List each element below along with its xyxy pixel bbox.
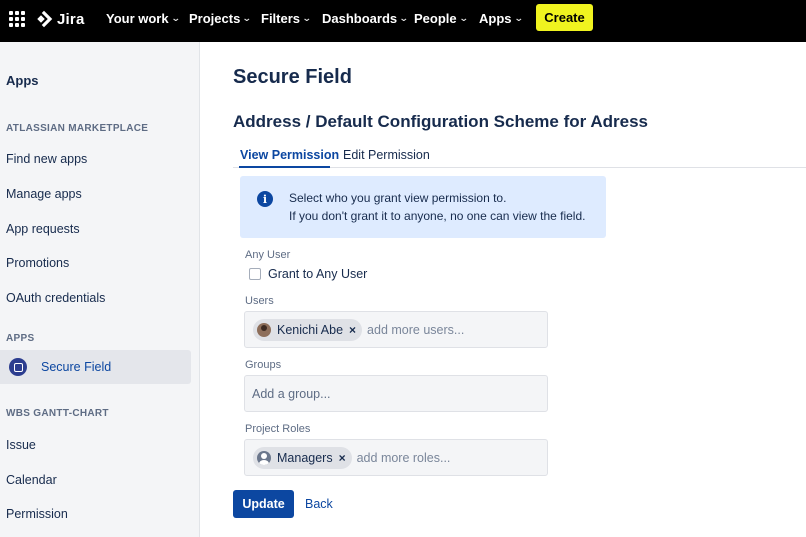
project-roles-placeholder: add more roles... bbox=[356, 450, 451, 465]
sidebar-item-secure-field-label: Secure Field bbox=[41, 360, 112, 374]
chevron-down-icon: ⌄ bbox=[242, 13, 252, 23]
sidebar-item-oauth-credentials[interactable]: OAuth credentials bbox=[6, 291, 105, 305]
grant-any-user-checkbox[interactable] bbox=[249, 268, 261, 280]
info-icon: i bbox=[257, 191, 273, 207]
tab-edit-permission[interactable]: Edit Permission bbox=[343, 148, 430, 162]
sidebar-item-secure-field[interactable]: Secure Field bbox=[0, 350, 191, 384]
sidebar-item-promotions[interactable]: Promotions bbox=[6, 256, 69, 270]
nav-dashboards[interactable]: Dashboards ⌄ bbox=[322, 11, 409, 26]
remove-role-icon[interactable]: × bbox=[339, 451, 346, 465]
nav-filters-label: Filters bbox=[261, 11, 301, 26]
users-placeholder: add more users... bbox=[367, 322, 465, 337]
app-switcher-icon[interactable] bbox=[9, 11, 25, 27]
info-line-1: Select who you grant view permission to. bbox=[289, 191, 507, 205]
nav-apps[interactable]: Apps ⌄ bbox=[479, 11, 524, 26]
users-label: Users bbox=[245, 295, 274, 307]
sidebar-item-issue[interactable]: Issue bbox=[6, 438, 36, 452]
nav-your-work[interactable]: Your work ⌄ bbox=[106, 11, 181, 26]
role-avatar-icon bbox=[257, 450, 271, 465]
groups-placeholder: Add a group... bbox=[252, 386, 331, 401]
jira-logo-icon bbox=[37, 10, 53, 28]
users-input[interactable]: Kenichi Abe × add more users... bbox=[244, 311, 548, 348]
create-button[interactable]: Create bbox=[536, 4, 593, 31]
active-tab-indicator bbox=[239, 166, 330, 168]
nav-people-label: People bbox=[414, 11, 457, 26]
jira-logo[interactable]: Jira bbox=[35, 10, 85, 28]
nav-people[interactable]: People ⌄ bbox=[414, 11, 469, 26]
update-button[interactable]: Update bbox=[233, 490, 294, 518]
sidebar-item-app-requests[interactable]: App requests bbox=[6, 222, 80, 236]
chevron-down-icon: ⌄ bbox=[458, 13, 469, 23]
nav-filters[interactable]: Filters ⌄ bbox=[261, 11, 312, 26]
project-roles-input[interactable]: Managers × add more roles... bbox=[244, 439, 548, 476]
chevron-down-icon: ⌄ bbox=[170, 13, 181, 23]
sidebar-item-find-new-apps[interactable]: Find new apps bbox=[6, 152, 87, 166]
info-message: i Select who you grant view permission t… bbox=[240, 176, 606, 238]
nav-your-work-label: Your work bbox=[106, 11, 169, 26]
sidebar-item-permission[interactable]: Permission bbox=[6, 507, 68, 521]
sidebar-section-atlassian-marketplace: ATLASSIAN MARKETPLACE bbox=[6, 123, 149, 134]
sidebar-item-calendar[interactable]: Calendar bbox=[6, 473, 57, 487]
jira-logo-text: Jira bbox=[57, 10, 85, 28]
chevron-down-icon: ⌄ bbox=[399, 13, 409, 23]
nav-projects[interactable]: Projects ⌄ bbox=[189, 11, 252, 26]
groups-label: Groups bbox=[245, 359, 282, 371]
chevron-down-icon: ⌄ bbox=[513, 13, 524, 23]
info-line-2: If you don't grant it to anyone, no one … bbox=[289, 209, 586, 223]
user-chip: Kenichi Abe × bbox=[253, 318, 363, 341]
nav-apps-label: Apps bbox=[479, 11, 512, 26]
user-chip-label: Kenichi Abe bbox=[277, 322, 344, 337]
nav-dashboards-label: Dashboards bbox=[322, 11, 398, 26]
grant-any-user-label[interactable]: Grant to Any User bbox=[268, 267, 367, 281]
back-link[interactable]: Back bbox=[305, 497, 333, 511]
secure-field-icon bbox=[9, 358, 27, 376]
chevron-down-icon: ⌄ bbox=[301, 13, 312, 23]
top-navigation-bar: Jira Your work ⌄ Projects ⌄ Filters ⌄ Dashb… bbox=[0, 0, 806, 42]
groups-input[interactable]: Add a group... bbox=[244, 375, 548, 412]
page-subtitle: Address / Default Configuration Scheme f… bbox=[233, 112, 648, 131]
any-user-label: Any User bbox=[245, 249, 291, 261]
sidebar-item-manage-apps[interactable]: Manage apps bbox=[6, 187, 82, 201]
remove-user-icon[interactable]: × bbox=[349, 323, 356, 337]
tab-view-permission[interactable]: View Permission bbox=[240, 148, 339, 162]
role-chip-label: Managers bbox=[277, 450, 333, 465]
sidebar-section-apps: APPS bbox=[6, 333, 35, 344]
nav-projects-label: Projects bbox=[189, 11, 241, 26]
sidebar-section-wbs-gantt-chart: WBS GANTT-CHART bbox=[6, 408, 109, 419]
role-chip: Managers × bbox=[253, 446, 352, 469]
project-roles-label: Project Roles bbox=[245, 423, 311, 435]
page-title: Secure Field bbox=[233, 66, 352, 88]
avatar bbox=[257, 322, 271, 337]
sidebar-title: Apps bbox=[6, 73, 39, 88]
sidebar: Apps ATLASSIAN MARKETPLACE Find new apps… bbox=[0, 42, 200, 537]
